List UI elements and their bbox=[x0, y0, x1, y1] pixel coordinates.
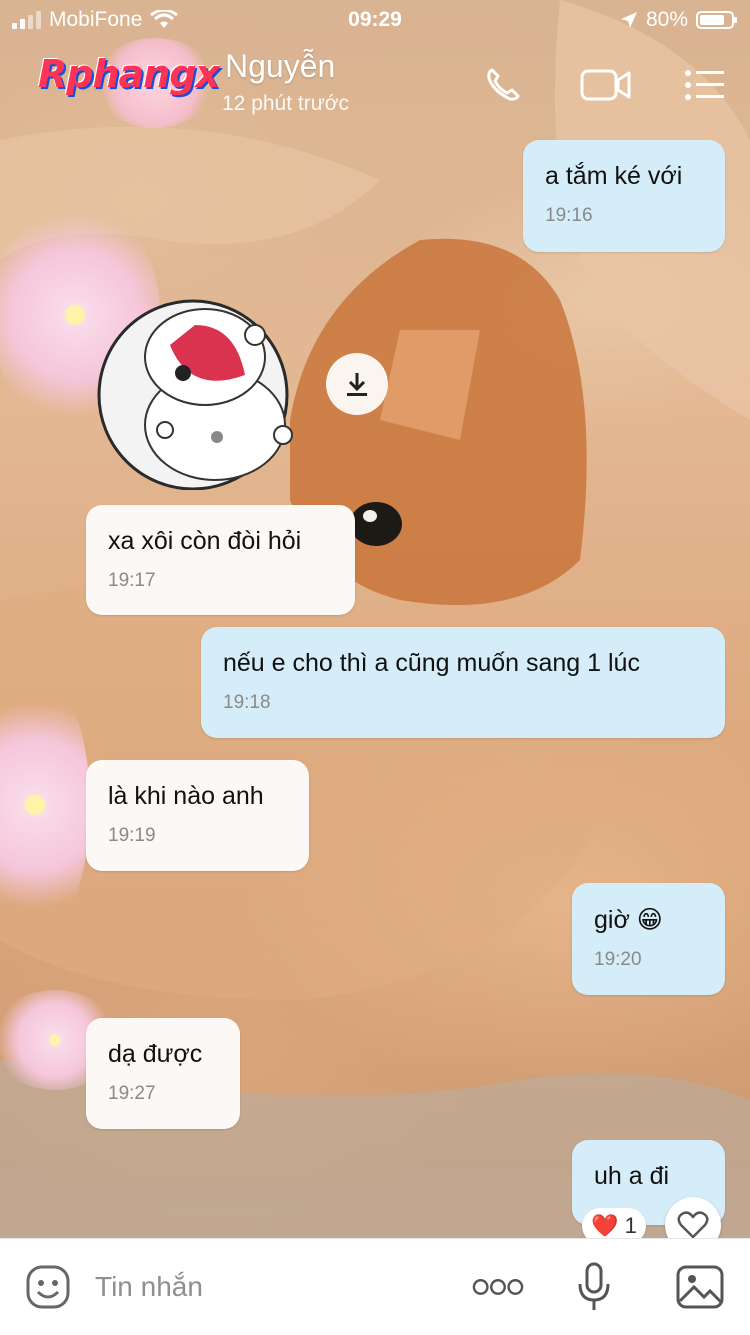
download-button[interactable] bbox=[326, 353, 388, 415]
message-composer: Tin nhắn bbox=[0, 1238, 750, 1335]
message-text: giờ 😁 bbox=[594, 906, 663, 934]
battery-fill bbox=[700, 15, 724, 25]
message-text: xa xôi còn đòi hỏi bbox=[108, 527, 302, 555]
phone-icon[interactable] bbox=[480, 62, 526, 108]
microphone-icon[interactable] bbox=[568, 1261, 620, 1313]
battery-icon bbox=[696, 11, 737, 29]
battery-percent: 80% bbox=[645, 8, 688, 31]
menu-icon[interactable] bbox=[682, 62, 728, 108]
download-icon bbox=[347, 373, 367, 396]
message-text: nếu e cho thì a cũng muốn sang 1 lúc bbox=[223, 649, 640, 677]
watermark-logo: Rphangx bbox=[38, 52, 220, 96]
message-time: 19:16 bbox=[545, 205, 593, 226]
message-bubble-incoming[interactable]: dạ được 19:27 bbox=[86, 1018, 240, 1129]
message-time: 19:17 bbox=[108, 570, 156, 591]
message-text: dạ được bbox=[108, 1040, 203, 1068]
message-bubble-outgoing[interactable]: a tắm ké với 19:16 bbox=[523, 140, 725, 252]
white-cat-sticker[interactable] bbox=[95, 295, 295, 491]
message-time: 19:27 bbox=[108, 1083, 156, 1104]
message-bubble-incoming[interactable]: xa xôi còn đòi hỏi 19:17 bbox=[86, 505, 355, 615]
contact-name[interactable]: Nguyễn bbox=[225, 48, 335, 85]
heart-reaction-icon: ❤️ bbox=[591, 1213, 619, 1238]
message-text: là khi nào anh bbox=[108, 782, 264, 810]
last-seen: 12 phút trước bbox=[222, 92, 350, 115]
heart-outline-icon bbox=[677, 1211, 709, 1239]
message-text: a tắm ké với bbox=[545, 162, 683, 190]
message-text: uh a đi bbox=[594, 1162, 670, 1190]
more-icon[interactable] bbox=[472, 1261, 524, 1313]
message-time: 19:18 bbox=[223, 692, 271, 713]
image-icon[interactable] bbox=[674, 1261, 726, 1313]
sticker-icon[interactable] bbox=[22, 1261, 74, 1313]
message-time: 19:19 bbox=[108, 825, 156, 846]
status-bar: MobiFone 09:29 80% bbox=[0, 0, 750, 40]
message-bubble-incoming[interactable]: là khi nào anh 19:19 bbox=[86, 760, 309, 871]
location-arrow-icon bbox=[620, 12, 637, 28]
message-bubble-outgoing[interactable]: giờ 😁 19:20 bbox=[572, 883, 725, 995]
reaction-count: 1 bbox=[624, 1213, 637, 1238]
status-right: 80% bbox=[620, 8, 737, 32]
message-time: 19:20 bbox=[594, 949, 642, 970]
message-bubble-outgoing[interactable]: nếu e cho thì a cũng muốn sang 1 lúc 19:… bbox=[201, 627, 725, 738]
video-call-icon[interactable] bbox=[578, 62, 634, 108]
message-input[interactable]: Tin nhắn bbox=[95, 1271, 203, 1303]
